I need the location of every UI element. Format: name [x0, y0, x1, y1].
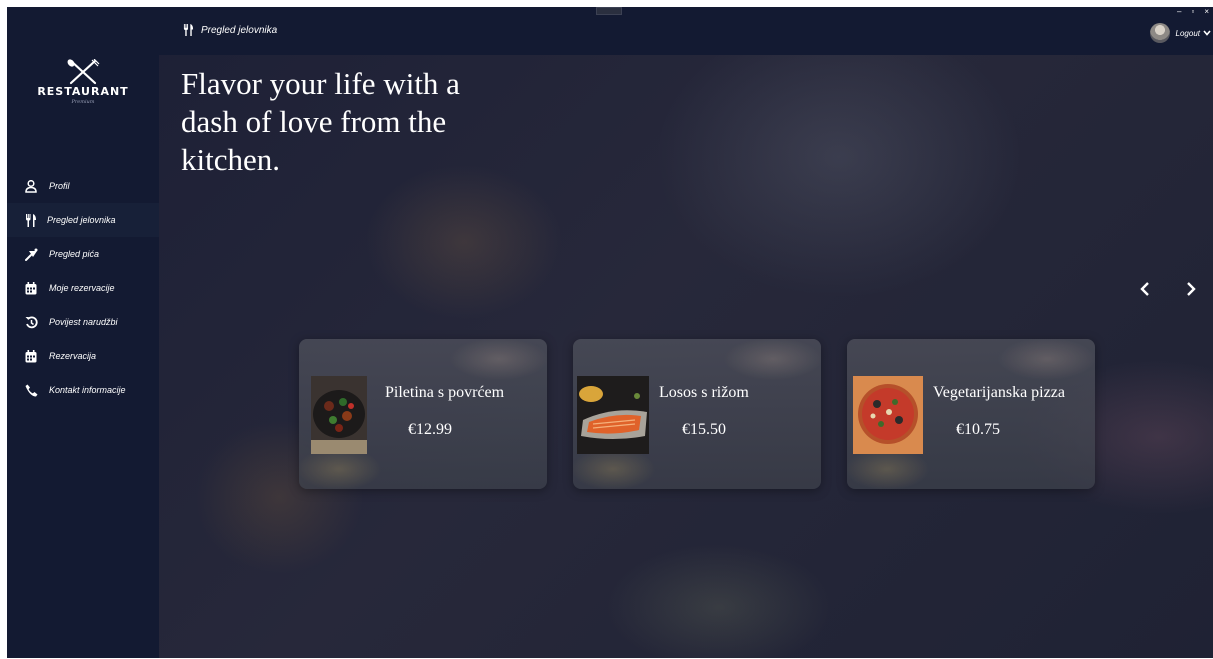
top-bar: Pregled jelovnika – ▫ × Logout [159, 7, 1213, 55]
sidebar-item-moje-rezervacije[interactable]: Moje rezervacije [7, 271, 159, 305]
sidebar-item-profil[interactable]: Profil [7, 169, 159, 203]
previous-button[interactable] [1135, 279, 1155, 299]
next-button[interactable] [1181, 279, 1201, 299]
calendar-icon [23, 348, 39, 364]
logo-subtitle: Premium [71, 99, 95, 105]
dish-name: Losos s rižom [659, 384, 749, 401]
dish-price: €10.75 [956, 421, 1000, 438]
crossed-utensils-icon [67, 59, 100, 85]
calendar-icon [23, 280, 39, 296]
restaurant-logo: RESTAURANT Premium [35, 59, 131, 109]
close-button[interactable]: × [1204, 7, 1209, 16]
utensils-icon [181, 23, 195, 37]
user-menu[interactable]: Logout [1149, 23, 1211, 43]
dish-image [577, 376, 649, 454]
dish-image [853, 376, 923, 454]
sidebar-item-pregled-jelovnika[interactable]: Pregled jelovnika [7, 203, 159, 237]
utensils-icon [23, 212, 39, 228]
sidebar-item-label: Profil [49, 181, 70, 191]
user-icon [23, 178, 39, 194]
menu-card[interactable]: Vegetarijanska pizza €10.75 [847, 339, 1095, 489]
drag-handle[interactable] [596, 7, 622, 15]
history-icon [23, 314, 39, 330]
sidebar-item-pregled-pica[interactable]: Pregled pića [7, 237, 159, 271]
dish-name: Vegetarijanska pizza [933, 384, 1065, 401]
avatar[interactable] [1149, 23, 1170, 43]
sidebar-item-kontakt-informacije[interactable]: Kontakt informacije [7, 373, 159, 407]
sidebar-item-label: Moje rezervacije [49, 283, 115, 293]
sidebar-item-label: Rezervacija [49, 351, 97, 361]
cocktail-icon [23, 246, 39, 262]
chevron-down-icon[interactable] [1203, 30, 1211, 36]
sidebar-item-label: Pregled pića [49, 249, 100, 259]
phone-icon [23, 382, 39, 398]
maximize-button[interactable]: ▫ [1191, 7, 1194, 16]
sidebar-item-label: Povijest narudžbi [49, 317, 118, 327]
menu-card[interactable]: Losos s rižom €15.50 [573, 339, 821, 489]
sidebar-item-label: Kontakt informacije [49, 385, 126, 395]
window-controls: – ▫ × [1177, 7, 1209, 16]
sidebar: RESTAURANT Premium Profil Pregled jelovn… [7, 7, 159, 658]
chevron-left-icon [1140, 282, 1149, 296]
dish-price: €15.50 [682, 421, 726, 438]
carousel-controls [1135, 279, 1201, 299]
hero-headline: Flavor your life with a dash of love fro… [181, 66, 460, 177]
sidebar-item-rezervacija[interactable]: Rezervacija [7, 339, 159, 373]
menu-card[interactable]: Piletina s povrćem €12.99 [299, 339, 547, 489]
sidebar-item-povijest-narudzbi[interactable]: Povijest narudžbi [7, 305, 159, 339]
page-title: Pregled jelovnika [181, 23, 277, 37]
sidebar-item-label: Pregled jelovnika [47, 215, 116, 225]
sidebar-nav: Profil Pregled jelovnika Pregled pića Mo… [7, 169, 159, 407]
dish-price: €12.99 [408, 421, 452, 438]
dish-name: Piletina s povrćem [385, 384, 505, 401]
chevron-right-icon [1187, 282, 1196, 296]
logout-label[interactable]: Logout [1176, 29, 1200, 38]
app-window: RESTAURANT Premium Profil Pregled jelovn… [7, 7, 1213, 658]
minimize-button[interactable]: – [1177, 7, 1181, 16]
logo-title: RESTAURANT [37, 85, 129, 98]
main-content: Pregled jelovnika – ▫ × Logout Flavor yo… [159, 7, 1213, 658]
dish-image [311, 376, 367, 454]
page-title-text: Pregled jelovnika [201, 24, 278, 36]
